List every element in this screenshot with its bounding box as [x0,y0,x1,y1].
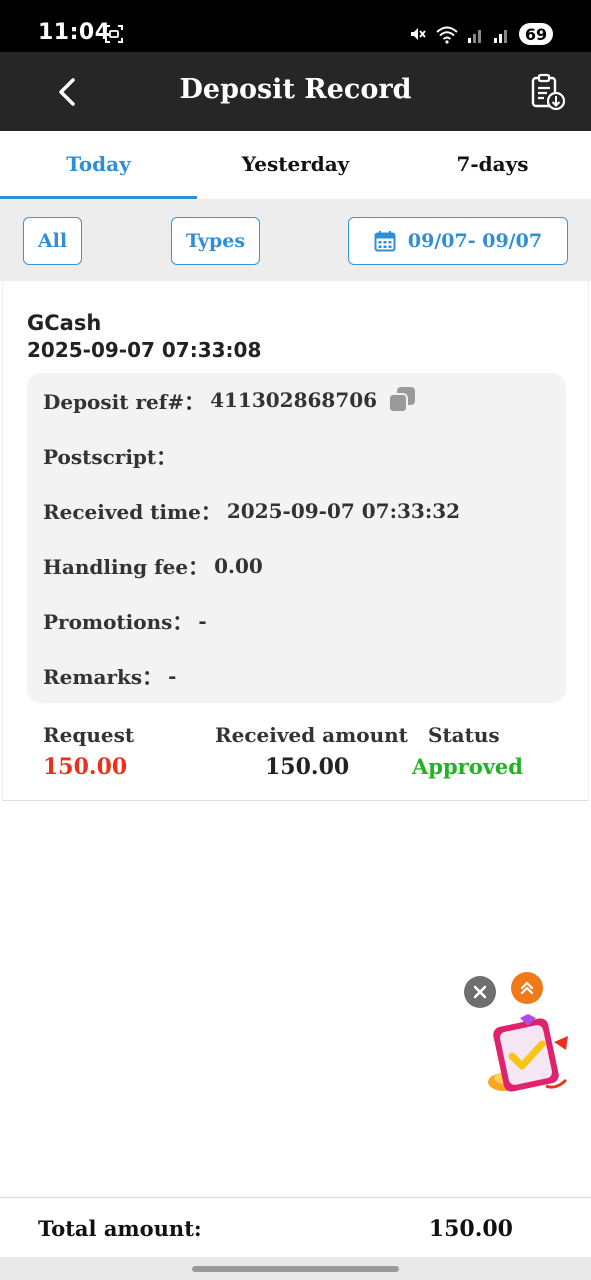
page-title: Deposit Record [179,74,412,105]
status-bar: 11:04 69 [0,0,591,52]
status-badge: Approved [412,754,523,779]
received-time-row: Received time： 2025-09-07 07:33:32 [43,496,460,525]
status-time: 11:04 [38,20,111,45]
close-icon [473,985,487,999]
deposit-record-card[interactable]: GCash 2025-09-07 07:33:08 Deposit ref#： … [2,281,589,801]
promotions-label: Promotions： [43,610,193,634]
deposit-details: Deposit ref#： 411302868706 Postscript： R… [27,373,566,703]
close-promo-button[interactable] [464,976,496,1008]
download-records-icon[interactable] [527,72,567,112]
promo-gift-icon[interactable] [484,1012,574,1100]
types-filter-button[interactable]: Types [171,217,260,265]
status-label: Status [428,723,500,747]
tab-7-days[interactable]: 7-days [394,131,591,199]
mute-vibrate-icon [411,28,426,40]
payment-method: GCash [27,311,102,335]
calendar-icon [374,231,396,252]
date-range-label: 09/07- 09/07 [407,230,543,252]
received-amount-value: 150.00 [265,754,350,780]
received-time-label: Received time： [43,500,221,524]
deposit-ref-label: Deposit ref#： [43,389,205,414]
total-footer: Total amount: 150.00 [0,1197,591,1257]
all-filter-button[interactable]: All [23,217,82,265]
total-amount-label: Total amount: [38,1216,202,1241]
promotions-value: - [198,608,207,633]
promotions-row: Promotions： - [43,606,207,635]
remarks-value: - [168,663,177,688]
tab-yesterday[interactable]: Yesterday [197,131,394,199]
screen-capture-icon [105,25,123,43]
handling-fee-value: 0.00 [214,553,263,578]
signal-icon [468,30,481,43]
double-chevron-up-icon [520,981,534,995]
wifi-icon [436,26,458,44]
deposit-ref-row: Deposit ref#： 411302868706 [43,385,417,415]
handling-fee-label: Handling fee： [43,555,209,579]
battery-indicator: 69 [519,23,553,45]
received-time-value: 2025-09-07 07:33:32 [226,498,461,523]
postscript-row: Postscript： [43,441,182,470]
date-tabs: Today Yesterday 7-days [0,131,591,199]
deposit-ref-value: 411302868706 [210,388,378,412]
status-icons: 69 [407,22,553,46]
request-label: Request [43,723,135,747]
scroll-top-button[interactable] [511,972,543,1004]
copy-icon[interactable] [387,385,417,415]
postscript-label: Postscript： [43,445,177,469]
total-amount-value: 150.00 [428,1216,513,1242]
deposit-datetime: 2025-09-07 07:33:08 [27,338,262,362]
signal-icon-2 [494,30,507,43]
app-header: Deposit Record [0,52,591,131]
system-nav-bar [0,1257,591,1280]
filter-bar: All Types 09/07- 09/07 [0,199,591,281]
handling-fee-row: Handling fee： 0.00 [43,551,263,580]
request-amount: 150.00 [43,754,128,780]
remarks-row: Remarks： - [43,661,176,690]
date-range-button[interactable]: 09/07- 09/07 [348,217,568,265]
home-indicator[interactable] [192,1266,399,1272]
received-amount-label: Received amount [215,723,408,747]
remarks-label: Remarks： [43,665,163,689]
tab-today[interactable]: Today [0,131,197,199]
